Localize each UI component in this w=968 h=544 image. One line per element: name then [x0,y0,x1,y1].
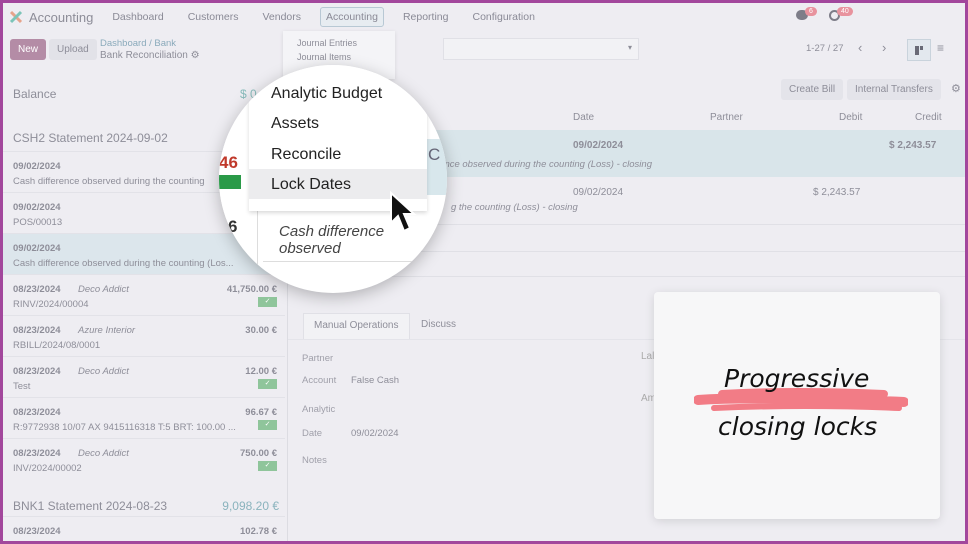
menu-journal-items[interactable]: Journal Items [297,52,351,62]
menu-journal-entries[interactable]: Journal Entries [297,38,357,48]
pager-value: 1-27 / 27 [806,43,844,54]
field-value[interactable]: 09/02/2024 [351,428,399,439]
statement-header[interactable]: CSH2 Statement 2024-09-02 [13,131,168,145]
list-item[interactable]: 08/23/2024 Deco Addict RINV/2024/00004 41,7… [3,274,285,315]
breadcrumb-bank[interactable]: Bank [154,38,176,49]
settings-gear-icon[interactable]: ⚙ [951,82,961,95]
item-date: 08/23/2024 [13,366,61,377]
item-reference: Cash difference observed during the coun… [13,258,234,269]
list-view-icon[interactable]: ≡ [937,41,944,55]
nav-configuration[interactable]: Configuration [467,8,539,26]
search-input[interactable]: ▾ [443,38,639,60]
menu-reconcile[interactable]: Reconcile [271,146,341,164]
menu-analytic-budget[interactable]: Analytic Budget [271,85,382,103]
item-partner: Deco Addict [78,284,129,295]
kanban-view-icon[interactable] [907,39,931,61]
gear-icon[interactable]: ⚙ [191,50,200,61]
pager-next-icon[interactable]: › [882,40,886,55]
breadcrumb: Dashboard / Bank [100,38,176,49]
list-item[interactable]: 08/23/2024 Deco Addict Test 12.00 € ✓ [3,356,285,397]
nav-customers[interactable]: Customers [183,8,244,26]
app-name[interactable]: Accounting [29,10,93,25]
nav-reporting[interactable]: Reporting [398,8,454,26]
item-reference: RBILL/2024/08/0001 [13,340,101,351]
amount-fragment: 6 [228,217,238,236]
item-partner: Deco Addict [78,448,129,459]
activity-badge: 40 [837,7,853,16]
nav-dashboard[interactable]: Dashboard [107,8,168,26]
item-reference: Cash difference observed during the coun… [13,176,205,187]
list-item[interactable]: 08/23/2024 102.78 € [3,516,285,541]
item-date: 08/23/2024 [13,284,61,295]
magnifier-overlay: 46 6 C False Cash Difference Cash differ… [219,65,447,293]
upload-button[interactable]: Upload [49,39,97,60]
field-label: Partner [302,353,334,364]
top-nav: Accounting Dashboard Customers Vendors A… [3,3,965,31]
callout-line-1: Progressive [724,364,870,393]
item-reference: INV/2024/00002 [13,463,82,474]
item-date: 09/02/2024 [13,243,61,254]
statement-balance: 9,098.20 € [222,499,279,513]
text-fragment: Cash difference observed [279,223,385,257]
field-label: Lal [641,351,655,362]
item-amount: 41,750.00 € [226,284,277,295]
check-icon: ✓ [258,461,277,471]
item-partner: Deco Addict [78,366,129,377]
item-reference: R:9772938 10/07 AX 9415116318 T:5 BRT: 1… [13,422,236,433]
field-label: Date [302,428,323,439]
page-title: Bank Reconciliation ⚙ [100,50,200,61]
amount-fragment: 46 [219,153,238,172]
item-date: 09/02/2024 [13,202,61,213]
item-date: 08/23/2024 [13,448,61,459]
item-date: 08/23/2024 [13,325,61,336]
item-reference: RINV/2024/00004 [13,299,89,310]
breadcrumb-dashboard[interactable]: Dashboard [100,38,146,49]
column-partner: Partner [710,112,743,123]
item-date: 08/23/2024 [13,407,61,418]
item-partner: Azure Interior [78,325,136,336]
check-icon: ✓ [258,297,277,307]
statement-header[interactable]: BNK1 Statement 2024-08-23 [13,499,167,513]
breadcrumb-separator: / [149,38,152,49]
messages-badge: 6 [805,7,817,16]
list-item[interactable]: 08/23/2024 R:9772938 10/07 AX 9415116318 … [3,397,285,438]
item-amount: 96.67 € [245,407,277,418]
item-amount: 750.00 € [240,448,277,459]
list-item[interactable]: 08/23/2024 Azure Interior RBILL/2024/08/00… [3,315,285,356]
nav-accounting[interactable]: Accounting [320,7,384,27]
tab-discuss[interactable]: Discuss [421,319,456,330]
column-date: Date [573,112,595,123]
check-icon: ✓ [258,379,277,389]
app-window: Accounting Dashboard Customers Vendors A… [3,3,965,541]
field-value[interactable]: False Cash [351,375,399,386]
pager-prev-icon[interactable]: ‹ [858,40,862,55]
item-reference: POS/00013 [13,217,63,228]
column-debit: Debit [839,112,863,123]
balance-label: Balance [13,87,57,101]
field-label: Account [302,375,337,386]
feature-callout-card: Progressive closing locks [654,292,940,519]
item-amount: 12.00 € [245,366,277,377]
search-dropdown-toggle-icon[interactable]: ▾ [628,43,632,52]
column-credit: Credit [915,112,942,123]
text-fragment: C [428,145,441,164]
internal-transfers-button[interactable]: Internal Transfers [847,79,941,100]
tab-manual-operations[interactable]: Manual Operations [303,313,410,339]
field-label: Analytic [302,404,336,415]
menu-lock-dates[interactable]: Lock Dates [271,176,351,194]
list-item[interactable]: 08/23/2024 Deco Addict INV/2024/00002 750.0… [3,438,285,479]
item-date: 09/02/2024 [13,161,61,172]
menu-assets[interactable]: Assets [271,115,319,133]
item-reference: Test [13,381,31,392]
new-button[interactable]: New [10,39,47,60]
check-icon: ✓ [258,420,277,430]
mouse-cursor-icon [390,191,417,233]
app-logo-icon [9,10,23,24]
create-bill-button[interactable]: Create Bill [781,79,844,100]
nav-vendors[interactable]: Vendors [257,8,306,26]
item-amount: 30.00 € [245,325,277,336]
field-label: Notes [302,455,327,466]
check-icon [219,175,241,189]
callout-line-2: closing locks [718,412,878,441]
